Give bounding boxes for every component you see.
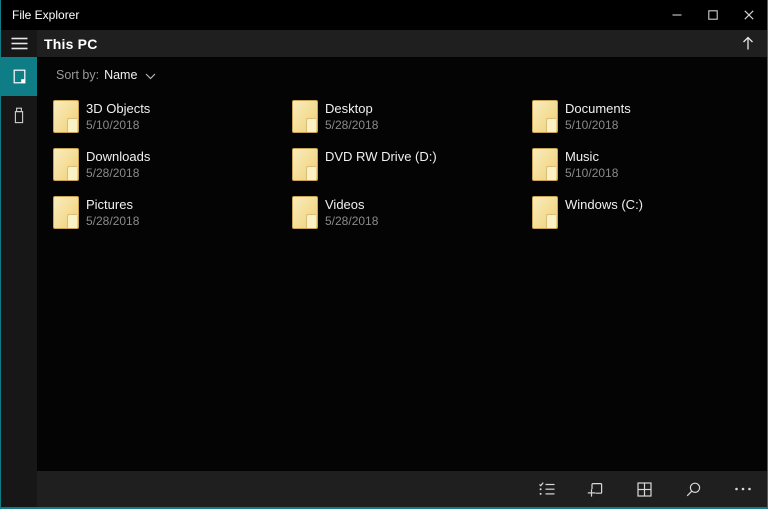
titlebar: File Explorer bbox=[1, 0, 767, 30]
folder-date: 5/28/2018 bbox=[325, 214, 378, 228]
folder-meta: Videos 5/28/2018 bbox=[325, 196, 378, 228]
folder-date: 5/10/2018 bbox=[565, 118, 631, 132]
folder-item[interactable]: Desktop 5/28/2018 bbox=[292, 100, 532, 148]
folder-icon bbox=[532, 148, 558, 181]
close-icon bbox=[743, 9, 755, 21]
folder-date: 5/10/2018 bbox=[565, 166, 618, 180]
sort-by-label: Sort by: bbox=[56, 68, 99, 82]
sort-by-dropdown[interactable]: Sort by: Name bbox=[56, 68, 156, 82]
folder-date: 5/28/2018 bbox=[86, 166, 150, 180]
minimize-button[interactable] bbox=[659, 0, 695, 30]
folder-name: Desktop bbox=[325, 101, 378, 117]
folder-item[interactable]: Windows (C:) bbox=[532, 196, 768, 244]
folder-item[interactable]: DVD RW Drive (D:) bbox=[292, 148, 532, 196]
folder-item[interactable]: Downloads 5/28/2018 bbox=[53, 148, 292, 196]
header-bar: This PC bbox=[1, 30, 767, 57]
new-window-button[interactable] bbox=[571, 471, 620, 507]
folder-icon bbox=[53, 196, 79, 229]
chevron-down-icon bbox=[145, 73, 156, 80]
folder-meta: Music 5/10/2018 bbox=[565, 148, 618, 180]
removable-drive-icon bbox=[12, 107, 26, 124]
folder-meta: Downloads 5/28/2018 bbox=[86, 148, 150, 180]
folder-meta: DVD RW Drive (D:) bbox=[325, 148, 437, 165]
folder-name: Music bbox=[565, 149, 618, 165]
folder-date: 5/10/2018 bbox=[86, 118, 150, 132]
folder-item[interactable]: Pictures 5/28/2018 bbox=[53, 196, 292, 244]
folder-meta: Documents 5/10/2018 bbox=[565, 100, 631, 132]
folder-name: Windows (C:) bbox=[565, 197, 643, 213]
hamburger-icon bbox=[11, 37, 28, 50]
maximize-icon bbox=[707, 9, 719, 21]
search-icon bbox=[685, 481, 702, 498]
folder-meta: Pictures 5/28/2018 bbox=[86, 196, 139, 228]
folder-item[interactable]: Documents 5/10/2018 bbox=[532, 100, 768, 148]
folder-name: DVD RW Drive (D:) bbox=[325, 149, 437, 165]
maximize-button[interactable] bbox=[695, 0, 731, 30]
folder-name: Documents bbox=[565, 101, 631, 117]
folder-meta: Desktop 5/28/2018 bbox=[325, 100, 378, 132]
folder-date: 5/28/2018 bbox=[86, 214, 139, 228]
folder-grid: 3D Objects 5/10/2018 Desktop 5/28/2018 D… bbox=[53, 100, 768, 244]
folder-icon bbox=[532, 100, 558, 133]
grid-view-icon bbox=[636, 481, 653, 498]
file-list-area: Sort by: Name 3D Objects 5/10/2018 Deskt… bbox=[37, 57, 767, 472]
grid-view-button[interactable] bbox=[620, 471, 669, 507]
file-explorer-window: File Explorer This PC bbox=[0, 0, 768, 509]
minimize-icon bbox=[671, 9, 683, 21]
command-bar bbox=[37, 471, 767, 507]
page-title: This PC bbox=[44, 36, 98, 52]
details-list-button[interactable] bbox=[522, 471, 571, 507]
sort-by-value: Name bbox=[104, 68, 137, 82]
folder-meta: 3D Objects 5/10/2018 bbox=[86, 100, 150, 132]
folder-icon bbox=[53, 148, 79, 181]
this-pc-icon bbox=[11, 68, 28, 85]
folder-item[interactable]: Music 5/10/2018 bbox=[532, 148, 768, 196]
navigate-up-button[interactable] bbox=[729, 30, 767, 57]
folder-date: 5/28/2018 bbox=[325, 118, 378, 132]
folder-icon bbox=[532, 196, 558, 229]
folder-icon bbox=[292, 100, 318, 133]
folder-icon bbox=[53, 100, 79, 133]
folder-name: 3D Objects bbox=[86, 101, 150, 117]
arrow-up-icon bbox=[740, 35, 756, 52]
folder-item[interactable]: 3D Objects 5/10/2018 bbox=[53, 100, 292, 148]
sidebar-item-this-pc[interactable] bbox=[1, 57, 37, 96]
folder-name: Pictures bbox=[86, 197, 139, 213]
details-list-icon bbox=[538, 481, 556, 497]
folder-name: Downloads bbox=[86, 149, 150, 165]
more-icon bbox=[734, 486, 752, 492]
more-options-button[interactable] bbox=[718, 471, 767, 507]
folder-icon bbox=[292, 148, 318, 181]
sidebar-item-removable-drive[interactable] bbox=[1, 96, 37, 135]
folder-meta: Windows (C:) bbox=[565, 196, 643, 213]
folder-item[interactable]: Videos 5/28/2018 bbox=[292, 196, 532, 244]
window-title: File Explorer bbox=[1, 8, 79, 22]
sidebar bbox=[1, 57, 37, 507]
folder-name: Videos bbox=[325, 197, 378, 213]
close-button[interactable] bbox=[731, 0, 767, 30]
new-window-icon bbox=[587, 481, 604, 498]
search-button[interactable] bbox=[669, 471, 718, 507]
folder-icon bbox=[292, 196, 318, 229]
hamburger-menu-button[interactable] bbox=[1, 30, 37, 57]
